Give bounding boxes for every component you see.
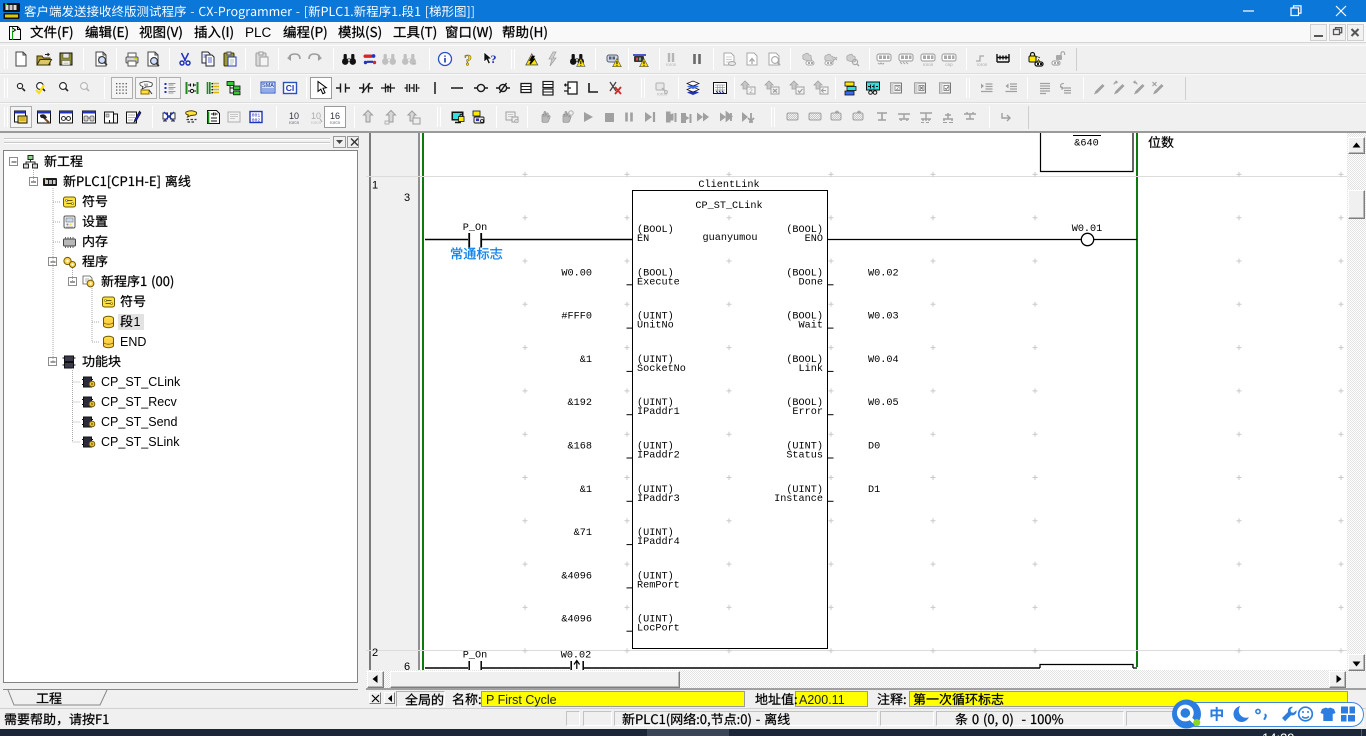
svg-text:ClientLink: ClientLink	[698, 179, 759, 191]
svg-text:CP_ST_SLink: CP_ST_SLink	[101, 435, 180, 449]
svg-text:2: 2	[896, 86, 899, 92]
svg-text:&1: &1	[580, 355, 592, 366]
svg-text:6: 6	[404, 661, 410, 673]
svg-text:2: 2	[372, 647, 378, 659]
svg-text:P First Cycle: P First Cycle	[486, 693, 557, 707]
svg-text:P_On: P_On	[463, 651, 487, 662]
svg-text:&71: &71	[574, 528, 592, 539]
svg-text:IPaddr3: IPaddr3	[637, 493, 680, 505]
svg-text:W0.04: W0.04	[868, 355, 899, 366]
svg-text:002: 002	[252, 118, 261, 124]
svg-text:guanyumou: guanyumou	[702, 233, 757, 244]
svg-text:roron: roron	[666, 62, 677, 67]
svg-text:#FFF0: #FFF0	[561, 312, 592, 323]
svg-text:END: END	[120, 335, 146, 349]
svg-text:1: 1	[372, 180, 378, 192]
svg-text:W0.02: W0.02	[561, 651, 592, 662]
svg-text:w: w	[144, 83, 148, 89]
svg-text:SocketNo: SocketNo	[637, 363, 686, 375]
svg-text:cnp: cnp	[945, 62, 953, 67]
svg-text:roron: roron	[657, 92, 668, 97]
svg-text:SMA: SMA	[262, 83, 274, 89]
svg-text:D0: D0	[868, 442, 880, 453]
svg-text:rorcn: rorcn	[330, 120, 341, 125]
svg-text:A200.11: A200.11	[799, 693, 845, 707]
svg-text:IPaddr4: IPaddr4	[637, 536, 680, 548]
svg-text:roron: roron	[923, 62, 934, 67]
svg-text:EN: EN	[637, 234, 649, 245]
svg-text:&192: &192	[568, 398, 592, 409]
svg-text:CP_ST_Send: CP_ST_Send	[101, 415, 177, 429]
svg-text:CP_ST_CLink: CP_ST_CLink	[101, 375, 181, 389]
svg-text:RemPort: RemPort	[637, 580, 680, 591]
svg-text:Error: Error	[792, 407, 823, 418]
svg-text:14:39: 14:39	[1262, 731, 1295, 736]
svg-text:LocPort: LocPort	[637, 624, 680, 635]
svg-text:&1: &1	[580, 485, 592, 496]
svg-text:ENO: ENO	[805, 234, 823, 245]
svg-text:W0.00: W0.00	[561, 268, 592, 279]
svg-text:PLC: PLC	[245, 25, 272, 40]
svg-text:Status: Status	[786, 451, 823, 462]
svg-text:Done: Done	[799, 277, 823, 288]
svg-text:&640: &640	[1074, 139, 1098, 150]
svg-text:3: 3	[404, 192, 410, 204]
svg-text:CP_ST_Recv: CP_ST_Recv	[101, 395, 177, 409]
svg-text:CP_ST_CLink: CP_ST_CLink	[695, 200, 762, 212]
svg-text:D1: D1	[868, 485, 880, 496]
svg-text:Instance: Instance	[774, 494, 823, 505]
svg-text:W0.05: W0.05	[868, 398, 899, 409]
svg-text:&4096: &4096	[561, 615, 592, 626]
svg-text:rorcn: rorcn	[311, 120, 322, 125]
svg-text:IPaddr2: IPaddr2	[637, 450, 680, 462]
svg-text:W0.02: W0.02	[868, 268, 899, 279]
svg-text:Execute: Execute	[637, 277, 680, 288]
svg-text:IPaddr1: IPaddr1	[637, 406, 680, 418]
svg-text:&168: &168	[568, 442, 592, 453]
svg-text:W0.03: W0.03	[868, 312, 899, 323]
svg-text:W0.01: W0.01	[1072, 224, 1103, 235]
svg-text:P_On: P_On	[463, 223, 487, 234]
svg-text:Wait: Wait	[799, 320, 823, 332]
svg-text:UnitNo: UnitNo	[637, 320, 674, 332]
svg-text:?: ?	[491, 52, 497, 66]
svg-text:&4096: &4096	[561, 571, 592, 582]
svg-text:?: ?	[464, 53, 472, 70]
svg-text:roron: roron	[977, 62, 988, 67]
svg-text:Link: Link	[799, 363, 823, 375]
svg-text:CI: CI	[286, 83, 295, 93]
svg-text:1: 1	[134, 315, 141, 329]
svg-text:rorcn: rorcn	[289, 120, 300, 125]
